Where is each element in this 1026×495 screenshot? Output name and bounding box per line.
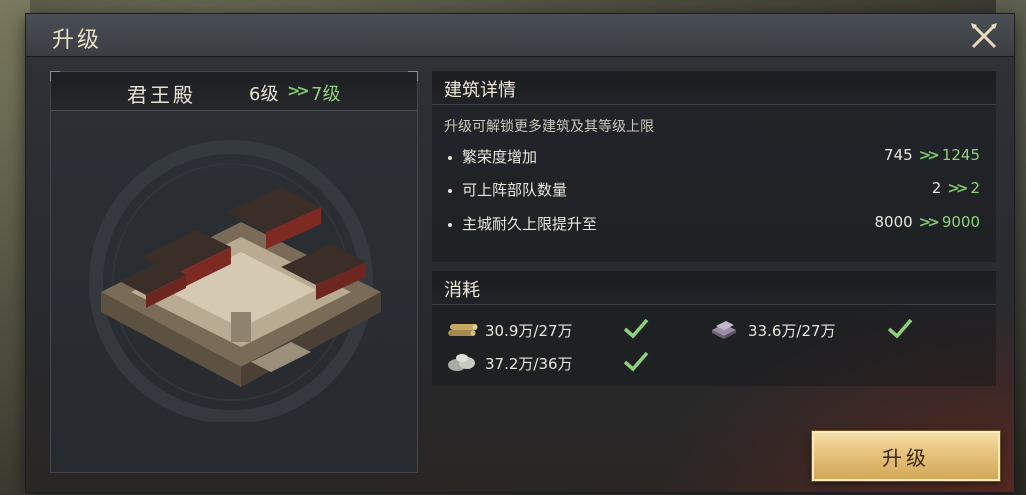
level-next: 7级	[311, 84, 341, 105]
building-preview: 君王殿 6级 >> 7级	[50, 71, 418, 473]
stat-value: 8000 >> 9000	[874, 213, 980, 231]
building-name: 君王殿	[127, 83, 196, 107]
check-icon	[623, 318, 649, 339]
details-header: 建筑详情	[432, 71, 996, 105]
stone-icon	[448, 354, 475, 371]
upgrade-dialog: 升级 君王殿 6级 >> 7级 建筑详情 升级可解锁更多建筑及其等级上限 繁荣度…	[26, 14, 1014, 492]
wood-icon	[448, 324, 478, 336]
stat-label: 主城耐久上限提升至	[448, 213, 597, 234]
iron-amount: 33.6万/27万	[748, 322, 836, 340]
cost-header: 消耗	[432, 271, 996, 305]
stat-label: 繁荣度增加	[448, 146, 537, 167]
building-details-section: 建筑详情 升级可解锁更多建筑及其等级上限 繁荣度增加 745 >> 1245 可上阵…	[432, 71, 996, 262]
increase-arrow-icon: >>	[918, 146, 940, 164]
stat-value: 745 >> 1245	[884, 146, 980, 164]
stone-amount: 37.2万/36万	[485, 355, 573, 373]
upgrade-button-label: 升级	[882, 446, 930, 470]
level-current: 6级	[249, 84, 279, 105]
close-icon	[971, 23, 997, 49]
bullet-icon	[448, 222, 452, 227]
increase-arrow-icon: >>	[947, 179, 968, 197]
bullet-icon	[448, 155, 452, 160]
close-button[interactable]	[968, 20, 1000, 52]
level-arrow-icon: >>	[287, 81, 310, 100]
building-header: 君王殿 6级 >> 7级	[51, 72, 417, 111]
cost-section: 消耗 30.9万/27万 33.6万/27万 37.2万/36万	[432, 271, 996, 386]
wood-amount: 30.9万/27万	[485, 322, 573, 340]
stat-value: 2 >> 2	[931, 179, 980, 197]
cost-title: 消耗	[444, 280, 480, 301]
dialog-title: 升级	[52, 28, 103, 53]
palace-building-image	[89, 140, 381, 422]
details-title: 建筑详情	[444, 80, 516, 101]
stat-label: 可上阵部队数量	[448, 179, 567, 200]
check-icon	[623, 351, 649, 372]
details-description: 升级可解锁更多建筑及其等级上限	[444, 119, 654, 135]
iron-icon	[712, 321, 736, 339]
title-bar: 升级	[26, 14, 1014, 57]
increase-arrow-icon: >>	[918, 213, 940, 231]
bullet-icon	[448, 188, 452, 193]
upgrade-button[interactable]: 升级	[812, 431, 1000, 481]
check-icon	[887, 318, 913, 339]
